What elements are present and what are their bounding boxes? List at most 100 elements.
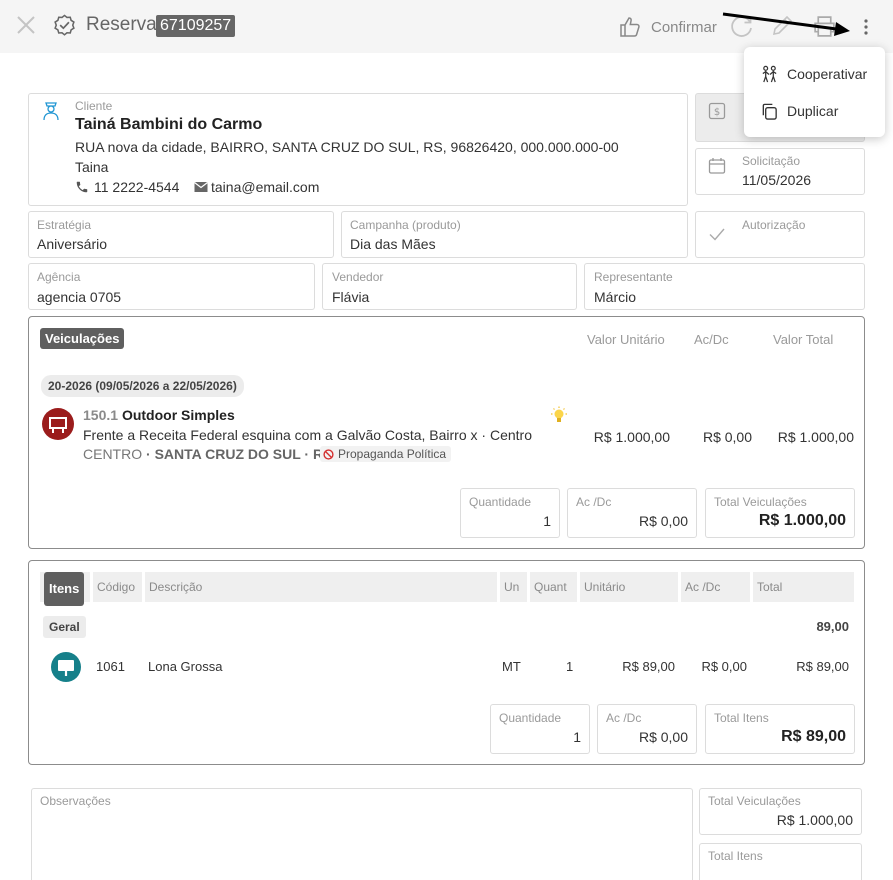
campaign-label: Campanha (produto)	[350, 218, 461, 232]
placements-acdc-label: Ac /Dc	[576, 495, 612, 509]
representative-value: Márcio	[594, 289, 637, 305]
agency-value: agencia 0705	[37, 289, 122, 305]
menu-item-duplicar[interactable]: Duplicar	[744, 93, 885, 129]
placement-acdc: R$ 0,00	[702, 429, 752, 445]
campaign-value: Dia das Mães	[350, 236, 436, 252]
placements-total-label: Total Veiculações	[714, 495, 807, 509]
reservation-id-badge: 67109257	[156, 15, 236, 37]
strategy-field[interactable]: Estratégia Aniversário	[28, 211, 334, 258]
placements-section: Veiculações Valor Unitário Ac/Dc Valor T…	[28, 316, 865, 549]
items-qty-value: 1	[573, 729, 581, 745]
client-phone: 11 2222-4544	[94, 179, 180, 195]
items-section: Itens Código Descrição Un Quant Unitário…	[28, 560, 865, 765]
group-chip: Geral	[43, 616, 86, 638]
people-icon	[744, 65, 787, 84]
seller-field[interactable]: Vendedor Flávia	[322, 263, 577, 310]
items-total-value: R$ 89,00	[781, 728, 846, 745]
item-unit: MT	[502, 659, 521, 674]
item-quantity: 1	[566, 659, 574, 674]
placements-qty-box: Quantidade 1	[460, 488, 560, 538]
items-qty-box: Quantidade 1	[490, 704, 590, 754]
item-total: R$ 89,00	[796, 659, 849, 674]
col-total: Total	[753, 572, 854, 602]
client-card: Cliente Tainá Bambini do Carmo RUA nova …	[28, 93, 688, 206]
item-acdc: R$ 0,00	[701, 659, 747, 674]
billboard-icon	[42, 408, 74, 440]
col-acdc: Ac /Dc	[681, 572, 750, 602]
summary-placements-label: Total Veiculações	[708, 794, 801, 808]
items-acdc-label: Ac /Dc	[606, 711, 642, 725]
political-tag-label: Propaganda Política	[338, 447, 447, 461]
svg-text:$: $	[714, 107, 720, 118]
authorization-label: Autorização	[742, 218, 806, 232]
placement-total: R$ 1.000,00	[777, 429, 854, 445]
confirm-button[interactable]: Confirmar	[618, 13, 718, 41]
user-icon	[41, 100, 61, 122]
placements-qty-value: 1	[543, 513, 551, 529]
placement-region: CENTRO	[83, 446, 143, 462]
col-quantity: Quant	[530, 572, 577, 602]
placements-qty-label: Quantidade	[469, 495, 532, 509]
menu-item-cooperativar[interactable]: Cooperativar	[744, 56, 885, 92]
placements-total-box: Total Veiculações R$ 1.000,00	[705, 488, 855, 538]
copy-icon	[744, 102, 787, 121]
period-chip: 20-2026 (09/05/2026 a 22/05/2026)	[41, 375, 244, 397]
item-code: 1061	[96, 659, 125, 674]
thumbs-up-icon	[618, 15, 642, 39]
notes-label: Observações	[40, 794, 111, 808]
client-label: Cliente	[75, 99, 113, 113]
item-unit-price: R$ 89,00	[622, 659, 675, 674]
representative-field[interactable]: Representante Márcio	[584, 263, 865, 310]
pointer-arrow-annotation	[720, 9, 860, 39]
more-options-menu: Cooperativar Duplicar	[744, 47, 885, 137]
client-email[interactable]: taina@email.com	[211, 179, 319, 195]
placement-title: 150.1 Outdoor Simples	[83, 407, 235, 423]
political-tag: Propaganda Política	[320, 446, 452, 462]
strategy-label: Estratégia	[37, 218, 92, 232]
summary-placements-box: Total Veiculações R$ 1.000,00	[699, 788, 862, 835]
col-unit-price: Unitário	[580, 572, 678, 602]
col-unit: Un	[500, 572, 527, 602]
items-total-box: Total Itens R$ 89,00	[705, 704, 855, 754]
client-address: RUA nova da cidade, BAIRRO, SANTA CRUZ D…	[75, 139, 619, 155]
phone-icon	[75, 180, 89, 194]
money-icon: $	[708, 102, 726, 120]
col-code: Código	[93, 572, 142, 602]
item-description: Lona Grossa	[148, 659, 223, 674]
seller-label: Vendedor	[332, 270, 384, 284]
authorization-field[interactable]: Autorização	[695, 211, 865, 258]
agency-label: Agência	[37, 270, 81, 284]
placements-acdc-value: R$ 0,00	[638, 513, 688, 529]
col-total-value: Valor Total	[773, 332, 834, 347]
col-description: Descrição	[145, 572, 497, 602]
agency-field[interactable]: Agência agencia 0705	[28, 263, 315, 310]
representative-label: Representante	[594, 270, 673, 284]
items-table-header: Itens Código Descrição Un Quant Unitário…	[40, 572, 854, 606]
client-nickname: Taina	[75, 159, 109, 175]
strategy-value: Aniversário	[37, 236, 108, 252]
placements-acdc-box: Ac /Dc R$ 0,00	[567, 488, 697, 538]
request-date-value: 11/05/2026	[742, 172, 812, 188]
summary-items-label: Total Itens	[708, 849, 763, 863]
request-date-label: Solicitação	[742, 154, 801, 168]
verified-badge-icon	[53, 14, 76, 37]
lightbulb-icon[interactable]	[548, 406, 570, 426]
menu-item-label: Cooperativar	[787, 66, 868, 82]
check-icon	[708, 225, 726, 243]
summary-items-box: Total Itens	[699, 843, 862, 880]
table-row[interactable]: 1061 Lona Grossa MT 1 R$ 89,00 R$ 0,00 R…	[29, 651, 864, 683]
placement-code: 150.1	[83, 407, 119, 423]
placement-name: Outdoor Simples	[121, 407, 235, 423]
items-acdc-box: Ac /Dc R$ 0,00	[597, 704, 697, 754]
placements-total-value: R$ 1.000,00	[758, 512, 846, 529]
forbidden-icon	[323, 448, 334, 460]
placement-region-line: CENTRO · SANTA CRUZ DO SUL · RS	[83, 446, 332, 462]
placement-city: · SANTA CRUZ DO SUL · RS	[146, 446, 333, 462]
notes-field[interactable]: Observações	[31, 788, 693, 880]
campaign-field[interactable]: Campanha (produto) Dia das Mães	[341, 211, 688, 258]
page-title: Reserva	[86, 14, 157, 35]
close-icon[interactable]	[16, 15, 36, 35]
confirm-label: Confirmar	[651, 18, 717, 36]
items-qty-label: Quantidade	[499, 711, 562, 725]
seller-value: Flávia	[332, 289, 370, 305]
